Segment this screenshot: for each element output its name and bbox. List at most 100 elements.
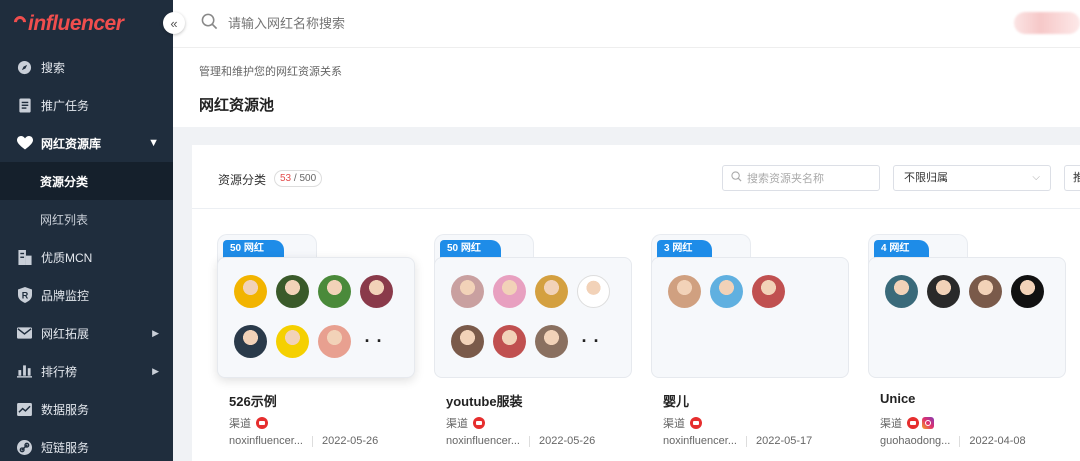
influencer-count-tag: 50 网红 xyxy=(440,240,501,258)
page-title: 网红资源池 xyxy=(199,97,275,114)
sidebar-item-mcn[interactable]: 优质MCN xyxy=(0,238,173,276)
created-date: 2022-04-08 xyxy=(969,435,1026,447)
influencer-avatar[interactable] xyxy=(577,275,610,308)
sidebar-item-label: 品牌监控 xyxy=(41,288,90,303)
panel-toolbar: 资源分类 53 / 500 搜索资源夹名称 不限归属 ⌵ 推 xyxy=(192,145,1080,209)
collapse-sidebar-button[interactable]: « xyxy=(163,12,185,34)
mail-icon xyxy=(16,325,33,342)
influencer-avatar[interactable] xyxy=(969,275,1002,308)
sidebar-item-brand-monitor[interactable]: R 品牌监控 xyxy=(0,276,173,314)
influencer-avatar[interactable] xyxy=(234,275,267,308)
owner-name: guohaodong... xyxy=(880,435,951,447)
sidebar-item-expansion[interactable]: 网红拓展 ▶ xyxy=(0,314,173,352)
channel-row: 渠道 xyxy=(229,415,268,431)
avatar-grid xyxy=(885,275,1061,325)
owner-select[interactable]: 不限归属 ⌵ xyxy=(893,165,1051,191)
influencer-avatar[interactable] xyxy=(535,325,568,358)
influencer-avatar[interactable] xyxy=(493,275,526,308)
document-icon xyxy=(16,97,33,114)
influencer-avatar[interactable] xyxy=(885,275,918,308)
topbar xyxy=(173,0,1080,48)
sort-select-value: 推 xyxy=(1073,172,1080,184)
influencer-count-tag: 4 网红 xyxy=(874,240,930,258)
count-used: 53 xyxy=(280,173,292,184)
created-date: 2022-05-26 xyxy=(539,435,596,447)
channel-row: 渠道 xyxy=(880,415,934,431)
influencer-search-input[interactable] xyxy=(228,16,628,31)
sidebar-subitem-label: 网红列表 xyxy=(40,212,89,227)
channel-label: 渠道 xyxy=(446,418,468,430)
influencer-avatar[interactable] xyxy=(927,275,960,308)
owner-name: noxinfluencer... xyxy=(229,435,303,447)
influencer-avatar[interactable] xyxy=(276,275,309,308)
influencer-avatar[interactable] xyxy=(451,275,484,308)
channel-label: 渠道 xyxy=(229,418,251,430)
building-icon xyxy=(16,249,33,266)
heart-icon xyxy=(16,135,33,152)
sidebar-subitem-label: 资源分类 xyxy=(40,174,89,189)
folder-name[interactable]: Unice xyxy=(880,391,915,406)
page-description: 管理和维护您的网红资源关系 xyxy=(199,66,342,78)
more-icon[interactable]: ·· xyxy=(577,325,610,358)
folder-name[interactable]: youtube服装 xyxy=(446,391,523,410)
influencer-count-tag: 50 网红 xyxy=(223,240,284,258)
influencer-avatar[interactable] xyxy=(493,325,526,358)
owner-name: noxinfluencer... xyxy=(663,435,737,447)
instagram-icon xyxy=(922,417,934,429)
avatar-grid: ·· xyxy=(451,275,627,375)
influencer-avatar[interactable] xyxy=(318,275,351,308)
link-icon xyxy=(16,439,33,456)
caret-down-icon: ▼ xyxy=(148,137,159,149)
sidebar-item-search[interactable]: 搜索 xyxy=(0,48,173,86)
youtube-icon xyxy=(256,417,268,429)
page-header: 管理和维护您的网红资源关系 网红资源池 xyxy=(173,48,1080,127)
influencer-avatar[interactable] xyxy=(710,275,743,308)
channel-label: 渠道 xyxy=(880,418,902,430)
avatar-grid xyxy=(668,275,844,325)
sidebar-item-data-service[interactable]: 数据服务 xyxy=(0,390,173,428)
influencer-avatar[interactable] xyxy=(1011,275,1044,308)
influencer-avatar[interactable] xyxy=(234,325,267,358)
sidebar-item-label: 搜索 xyxy=(41,60,66,75)
folder-body: ·· xyxy=(434,257,632,378)
logo[interactable]: influencer xyxy=(0,0,173,48)
sidebar-subitem-categories[interactable]: 资源分类 xyxy=(0,162,173,200)
folder-search-placeholder: 搜索资源夹名称 xyxy=(747,173,824,185)
more-icon[interactable]: ·· xyxy=(360,325,393,358)
sidebar-item-label: 排行榜 xyxy=(41,364,78,379)
caret-right-icon: ▶ xyxy=(152,327,159,338)
influencer-avatar[interactable] xyxy=(276,325,309,358)
avatar-grid: ·· xyxy=(234,275,410,375)
caret-right-icon: ▶ xyxy=(152,365,159,376)
folder-meta: noxinfluencer... 2022-05-26 xyxy=(446,435,595,447)
folder-name[interactable]: 婴儿 xyxy=(663,391,689,410)
influencer-count-tag: 3 网红 xyxy=(657,240,713,258)
influencer-avatar[interactable] xyxy=(752,275,785,308)
sidebar-item-label: 数据服务 xyxy=(41,402,90,417)
sidebar-item-ranking[interactable]: 排行榜 ▶ xyxy=(0,352,173,390)
sidebar-subitem-influencer-list[interactable]: 网红列表 xyxy=(0,200,173,238)
owner-select-value: 不限归属 xyxy=(904,172,948,184)
sort-select[interactable]: 推 xyxy=(1064,165,1080,191)
influencer-avatar[interactable] xyxy=(535,275,568,308)
sidebar-item-short-link[interactable]: 短链服务 xyxy=(0,428,173,461)
influencer-avatar[interactable] xyxy=(668,275,701,308)
influencer-avatar[interactable] xyxy=(360,275,393,308)
signal-icon xyxy=(11,13,29,31)
sidebar-item-tasks[interactable]: 推广任务 xyxy=(0,86,173,124)
channel-row: 渠道 xyxy=(663,415,702,431)
category-count-badge: 53 / 500 xyxy=(274,170,323,187)
channel-row: 渠道 xyxy=(446,415,485,431)
search-icon xyxy=(731,171,742,185)
brand-logo: influencer xyxy=(11,12,124,36)
folder-name[interactable]: 526示例 xyxy=(229,391,277,410)
influencer-avatar[interactable] xyxy=(318,325,351,358)
youtube-icon xyxy=(907,417,919,429)
folder-body xyxy=(651,257,849,378)
created-date: 2022-05-26 xyxy=(322,435,379,447)
folder-search-input[interactable]: 搜索资源夹名称 xyxy=(722,165,880,191)
sidebar-item-influencer-library[interactable]: 网红资源库 ▼ xyxy=(0,124,173,162)
user-avatar[interactable] xyxy=(1014,12,1080,34)
influencer-avatar[interactable] xyxy=(451,325,484,358)
created-date: 2022-05-17 xyxy=(756,435,813,447)
